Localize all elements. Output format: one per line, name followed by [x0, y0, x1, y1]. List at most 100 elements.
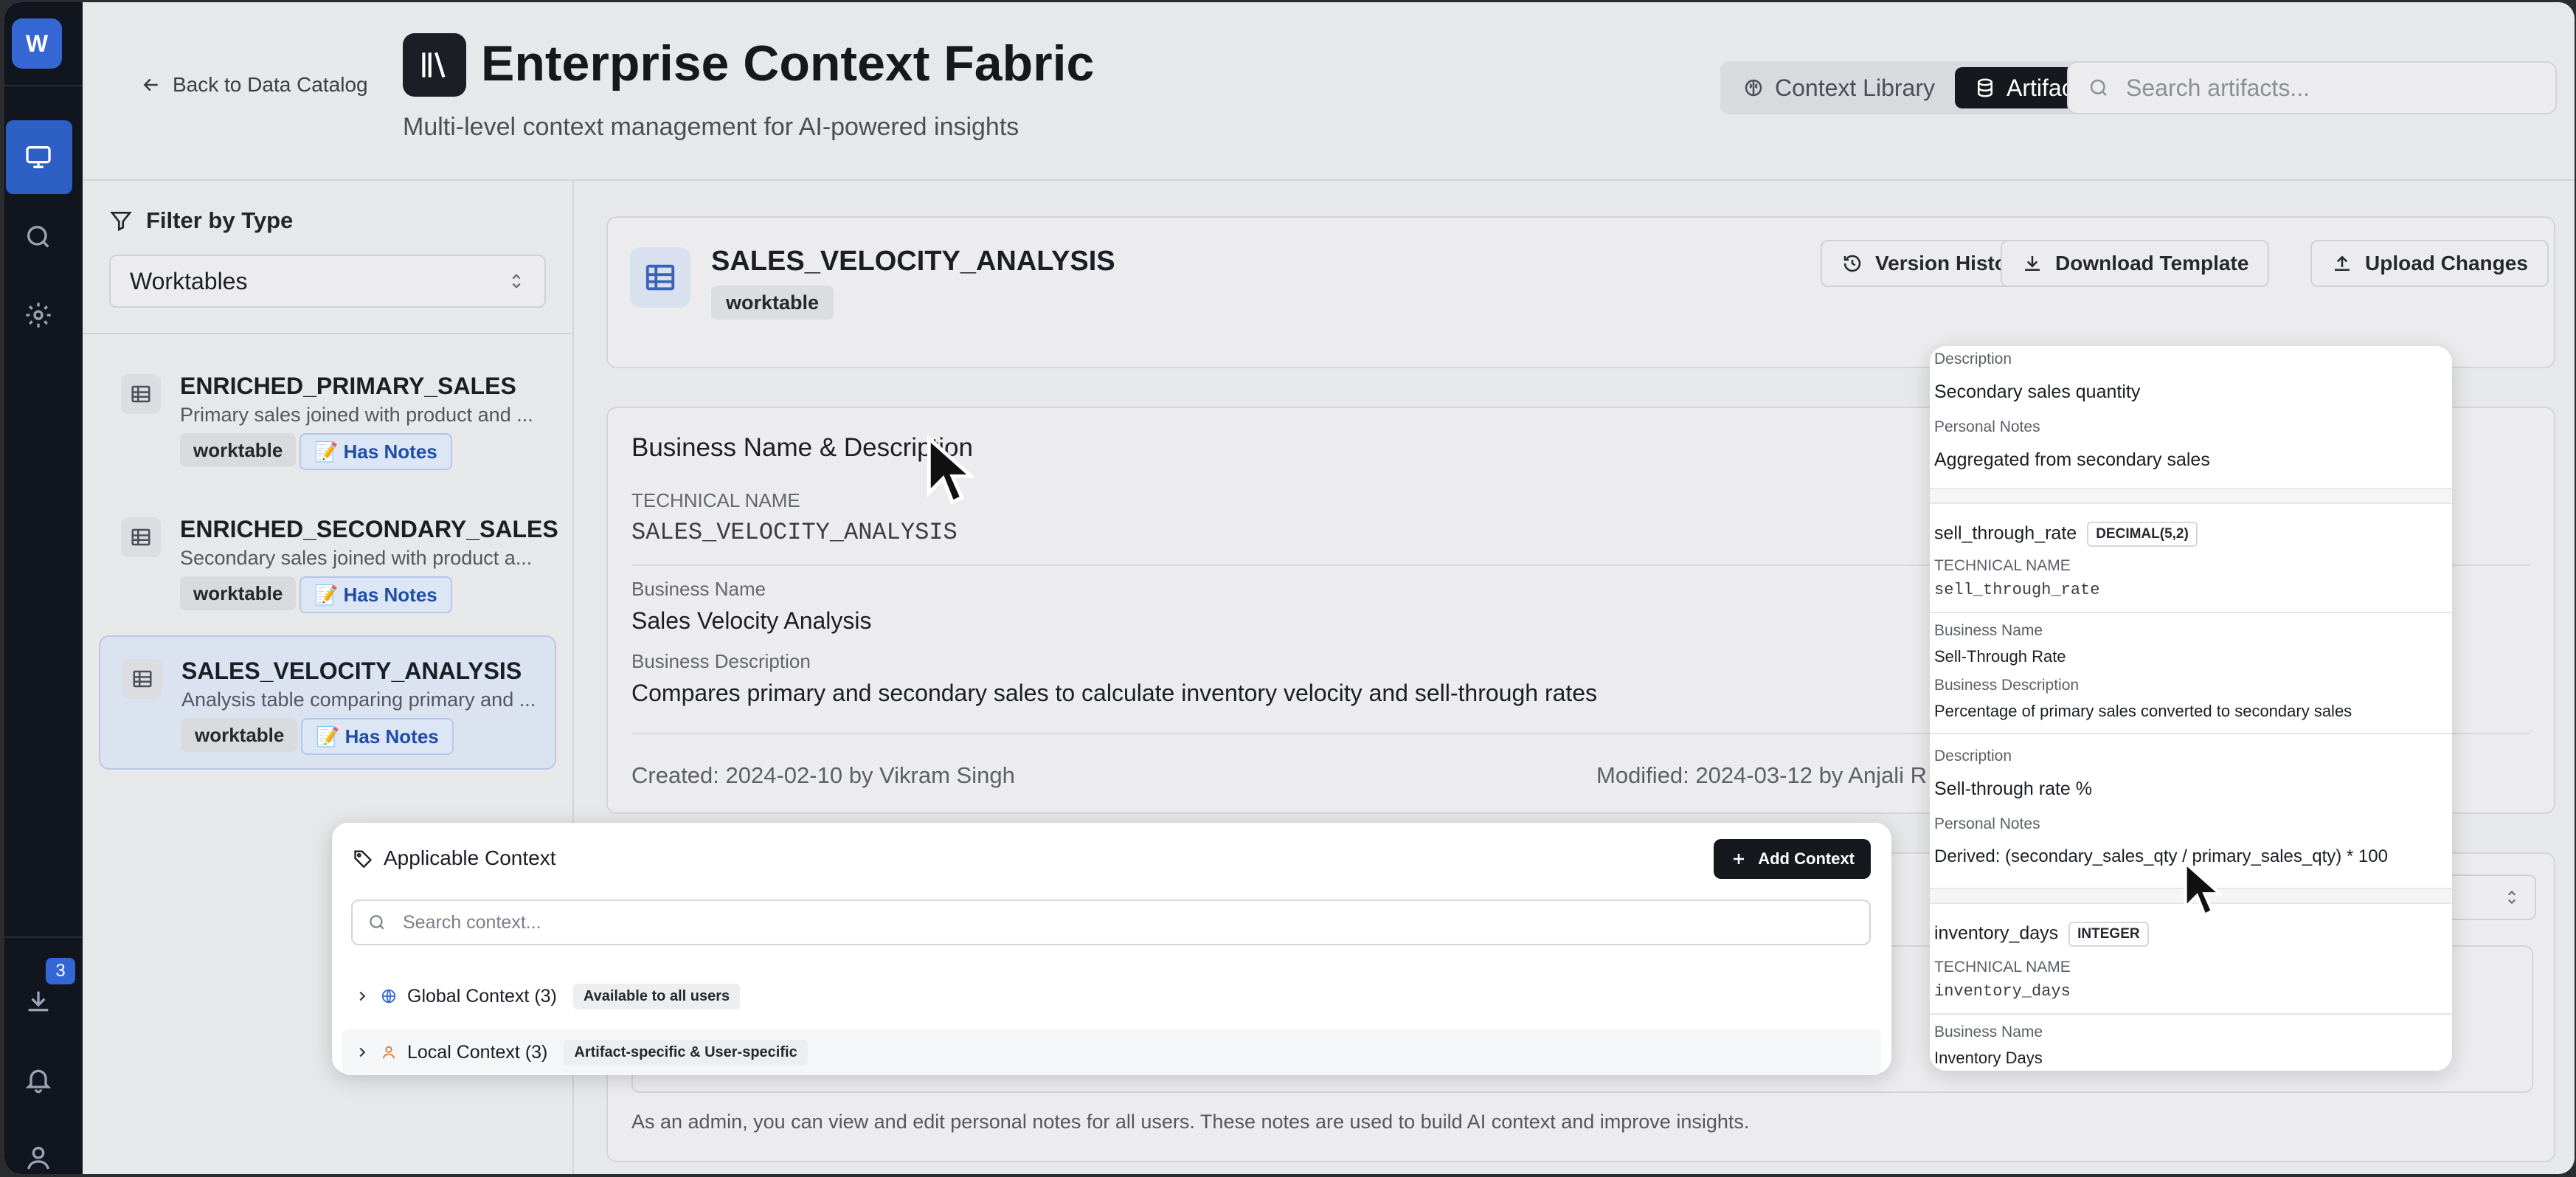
- user-icon[interactable]: [24, 1143, 53, 1173]
- divider: [1930, 503, 2452, 504]
- type-filter-select[interactable]: Worktables: [109, 255, 546, 308]
- search-context-placeholder: Search context...: [403, 911, 541, 933]
- notes-value[interactable]: Aggregated from secondary sales: [1934, 449, 2210, 471]
- artifact-description: Analysis table comparing primary and ...: [181, 688, 536, 711]
- search-icon: [370, 915, 384, 930]
- business-name-label: Business Name: [631, 578, 766, 600]
- created-info: Created: 2024-02-10 by Vikram Singh: [631, 762, 1015, 788]
- view-switcher: Context Library Artifacts: [1720, 61, 2125, 114]
- popup-title-label: Applicable Context: [384, 846, 556, 869]
- type-badge: worktable: [181, 718, 298, 752]
- global-context-label: Global Context (3): [407, 985, 557, 1007]
- column-separator: [1930, 489, 2452, 503]
- globe-icon: [381, 989, 396, 1004]
- page-header: Back to Data Catalog Enterprise Context …: [83, 2, 2575, 181]
- divider: [1930, 733, 2452, 734]
- type-badge: worktable: [180, 433, 297, 467]
- list-item[interactable]: ENRICHED_SECONDARY_SALES Secondary sales…: [99, 495, 558, 622]
- search-artifacts-input[interactable]: Search artifacts...: [2067, 61, 2557, 114]
- upload-icon: [2335, 255, 2350, 271]
- table-icon: [122, 659, 162, 699]
- notes-label: Personal Notes: [1934, 418, 2040, 435]
- upload-changes-button[interactable]: Upload Changes: [2310, 240, 2549, 287]
- technical-name-label: TECHNICAL NAME: [1934, 959, 2071, 976]
- search-icon[interactable]: [24, 222, 53, 252]
- panel-divider: [83, 333, 572, 334]
- global-context-row[interactable]: Global Context (3) Available to all user…: [342, 973, 1881, 1019]
- local-context-label: Local Context (3): [407, 1041, 548, 1063]
- description-value[interactable]: Secondary sales quantity: [1934, 382, 2140, 403]
- business-name-label: Business Name: [1934, 1024, 2043, 1040]
- back-label: Back to Data Catalog: [173, 73, 368, 96]
- list-item[interactable]: ENRICHED_PRIMARY_SALES Primary sales joi…: [99, 352, 556, 479]
- artifact-description: Primary sales joined with product and ..…: [180, 404, 533, 426]
- chevron-right-icon: [359, 991, 366, 1001]
- plus-icon: [1734, 854, 1745, 864]
- business-name-value[interactable]: Inventory Days: [1934, 1049, 2043, 1068]
- bell-icon[interactable]: [24, 1065, 53, 1094]
- search-context-input[interactable]: Search context...: [351, 900, 1871, 945]
- business-name-value[interactable]: Sales Velocity Analysis: [631, 607, 872, 635]
- cursor-pointer-icon: [927, 436, 974, 505]
- divider: [1930, 612, 2452, 613]
- notes-badge: 📝 Has Notes: [300, 433, 452, 470]
- column-name: inventory_days INTEGER: [1934, 922, 2149, 947]
- technical-name-value: SALES_VELOCITY_ANALYSIS: [631, 519, 958, 546]
- app-logo[interactable]: W: [12, 18, 62, 69]
- business-description-value[interactable]: Percentage of primary sales converted to…: [1934, 702, 2352, 721]
- technical-name-label: TECHNICAL NAME: [1934, 557, 2071, 574]
- global-context-chip: Available to all users: [572, 983, 741, 1009]
- gear-icon[interactable]: [24, 300, 53, 330]
- chevron-up-down-icon: [512, 274, 521, 289]
- back-link[interactable]: Back to Data Catalog: [140, 73, 368, 97]
- type-filter-value: Worktables: [130, 267, 248, 294]
- tab-context-library[interactable]: Context Library: [1723, 67, 1954, 108]
- column-details-panel: Description Secondary sales quantity Per…: [1930, 346, 2452, 1071]
- notes-badge: 📝 Has Notes: [300, 576, 452, 613]
- type-badge: worktable: [180, 576, 297, 610]
- local-context-row[interactable]: Local Context (3) Artifact-specific & Us…: [342, 1029, 1881, 1075]
- artifact-name: ENRICHED_PRIMARY_SALES: [180, 373, 516, 399]
- description-label: Description: [1934, 748, 2012, 764]
- library-logo-icon: [403, 33, 466, 97]
- description-value[interactable]: Sell-through rate %: [1934, 779, 2092, 800]
- list-item-selected[interactable]: SALES_VELOCITY_ANALYSIS Analysis table c…: [99, 635, 556, 770]
- user-icon: [382, 1046, 395, 1059]
- artifact-type-badge: worktable: [711, 286, 834, 320]
- notes-label: Personal Notes: [1934, 815, 2040, 832]
- download-template-button[interactable]: Download Template: [2001, 240, 2270, 287]
- notes-badge: 📝 Has Notes: [301, 718, 454, 755]
- filter-heading-label: Filter by Type: [146, 207, 294, 233]
- chevron-right-icon: [359, 1047, 366, 1057]
- database-icon: [1978, 78, 1992, 97]
- business-description-label: Business Description: [1934, 677, 2080, 694]
- upload-changes-label: Upload Changes: [2365, 252, 2528, 275]
- popup-title: Applicable Context: [353, 846, 555, 870]
- filter-heading: Filter by Type: [109, 207, 293, 234]
- description-label: Description: [1934, 351, 2012, 367]
- rail-divider: [4, 85, 83, 86]
- artifact-description: Secondary sales joined with product a...: [180, 547, 533, 569]
- rail-divider: [4, 936, 83, 938]
- column-type-badge: DECIMAL(5,2): [2087, 522, 2198, 547]
- monitor-icon[interactable]: [24, 142, 53, 172]
- technical-name-value: inventory_days: [1934, 982, 2071, 1001]
- notes-value[interactable]: Derived: (secondary_sales_qty / primary_…: [1934, 846, 2388, 867]
- table-icon: [630, 247, 690, 308]
- page-subtitle: Multi-level context management for AI-po…: [403, 113, 1019, 141]
- business-name-value[interactable]: Sell-Through Rate: [1934, 647, 2066, 666]
- column-name-text: sell_through_rate: [1934, 522, 2077, 544]
- table-icon: [121, 517, 161, 557]
- section-title: Business Name & Description: [631, 433, 973, 462]
- page-title: Enterprise Context Fabric: [481, 35, 1095, 92]
- app-window: W 3 Back to Data Catalog Enterprise Cont…: [4, 2, 2575, 1174]
- business-description-label: Business Description: [631, 650, 811, 672]
- technical-name-label: TECHNICAL NAME: [631, 489, 800, 511]
- download-count-badge: 3: [46, 958, 75, 984]
- business-description-value[interactable]: Compares primary and secondary sales to …: [631, 680, 1597, 707]
- column-name-text: inventory_days: [1934, 922, 2059, 944]
- add-context-button[interactable]: Add Context: [1714, 839, 1871, 879]
- download-icon[interactable]: [24, 987, 53, 1016]
- local-context-chip: Artifact-specific & User-specific: [564, 1039, 808, 1066]
- artifact-name: ENRICHED_SECONDARY_SALES: [180, 516, 558, 542]
